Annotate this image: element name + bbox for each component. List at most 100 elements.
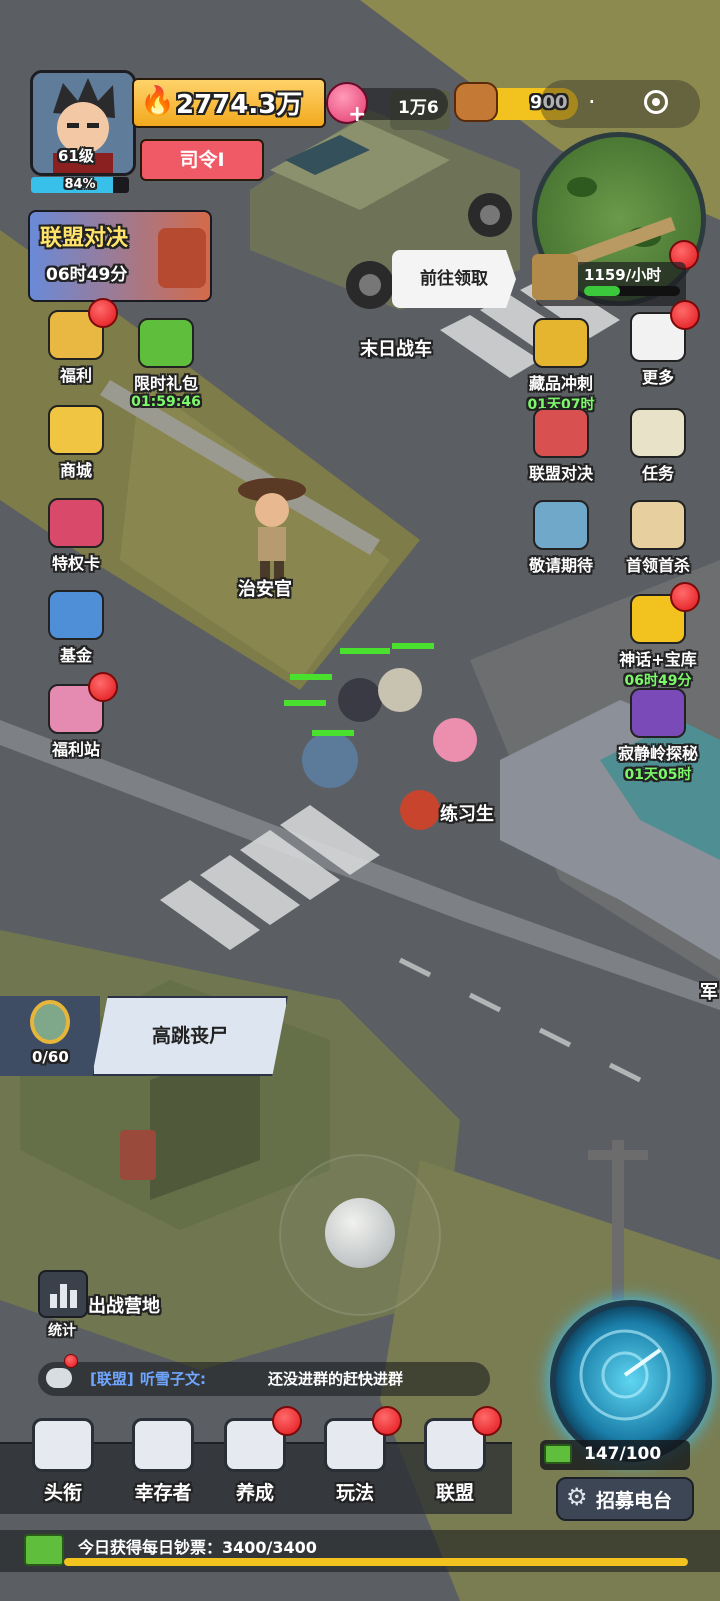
bottom-nav-item[interactable]: 头衔 (18, 1418, 108, 1508)
right-menu-item-label: 寂静岭探秘 (617, 744, 698, 763)
collect-tooltip-text: 前往领取 (420, 269, 488, 289)
left-menu-item[interactable]: 福利 (30, 298, 122, 386)
chat-channel: [联盟] (90, 1370, 134, 1388)
right-menu-item[interactable]: 联盟对决 (515, 408, 607, 484)
right-menu-item-label: 更多 (641, 368, 674, 387)
add-gems-icon[interactable]: + (348, 102, 366, 127)
zombie-icon (30, 1000, 70, 1044)
right-menu-item[interactable]: 藏品冲刺 01天07时 (515, 318, 607, 414)
right-menu-item-label: 首领首杀 (625, 556, 690, 575)
alliance-duel-banner[interactable]: 联盟对决 06时49分 (28, 210, 212, 302)
wanted-poster-icon (630, 500, 686, 550)
more-dots-icon[interactable]: · (588, 88, 596, 116)
cash-stack-icon (544, 1444, 572, 1464)
right-menu-item-label: 联盟对决 (528, 464, 593, 483)
recruit-button[interactable]: ⚙ 招募电台 (556, 1477, 694, 1521)
gems-currency[interactable]: + 1万6 (326, 82, 448, 127)
right-menu-item-timer: 06时49分 (624, 673, 692, 689)
mini-program-capsule[interactable]: · (540, 80, 700, 128)
power-value: 2774.3万 (176, 90, 303, 120)
bottom-nav-item[interactable]: 联盟 (410, 1406, 502, 1508)
bottom-nav-label: 玩法 (335, 1482, 374, 1504)
minimap-tree-icon (567, 177, 597, 197)
bottom-nav-item[interactable]: 玩法 (310, 1406, 402, 1508)
zombie-name-box: 高跳丧尸 (92, 996, 288, 1076)
notification-badge (472, 1406, 502, 1436)
notification-badge (88, 298, 118, 328)
notification-badge (670, 582, 700, 612)
zombie-progress: 0/60 (32, 1048, 69, 1066)
haunted-house-icon (630, 688, 686, 738)
daily-cash-bar: 今日获得每日钞票：3400/3400 (0, 1530, 720, 1572)
bottom-nav-label: 幸存者 (134, 1482, 192, 1504)
recruit-button-label: 招募电台 (596, 1490, 673, 1512)
daily-cash-text: 今日获得每日钞票：3400/3400 (78, 1538, 317, 1557)
bottom-nav-label: 头衔 (43, 1482, 82, 1504)
stats-bar-chart-icon (38, 1270, 88, 1318)
left-menu-item-timer: 01:59:46 (131, 394, 201, 410)
gems-value: 1万6 (398, 98, 439, 118)
right-menu-item[interactable]: 更多 (612, 300, 704, 388)
notification-badge (670, 300, 700, 330)
left-menu-item-label: 限时礼包 (133, 374, 198, 393)
chat-message: 还没进群的赶快进群 (268, 1370, 404, 1388)
chat-bar[interactable]: [联盟] 听雪子文: 还没进群的赶快进群 (38, 1354, 490, 1396)
sheriff-label[interactable]: 治安官 (238, 575, 292, 601)
shop-basket-icon (48, 405, 104, 455)
exp-bar: 84% (31, 177, 129, 193)
bottom-nav-label: 养成 (235, 1482, 274, 1504)
war-vehicle-label[interactable]: 末日战车 (360, 335, 432, 361)
rank-title-badge[interactable]: 司令Ⅰ (140, 139, 264, 181)
collect-tooltip[interactable]: 前往领取 (392, 250, 516, 308)
fund-book-icon (48, 590, 104, 640)
chat-sender: 听雪子文: (140, 1370, 206, 1388)
close-target-icon[interactable] (644, 90, 668, 114)
right-menu-item-label: 任务 (641, 464, 674, 483)
alliance-duel-timer: 06时49分 (46, 265, 128, 285)
right-menu-item[interactable]: 敬请期待 (515, 500, 607, 576)
chat-bubble-icon (46, 1368, 72, 1388)
camp-label[interactable]: 出战营地 (88, 1292, 160, 1318)
bottom-nav-item[interactable]: 养成 (210, 1406, 302, 1508)
duel-hero-portrait-icon (158, 228, 206, 288)
crossed-swords-icon (533, 408, 589, 458)
recruit-count-panel: 147/100 (540, 1440, 690, 1470)
right-menu-item[interactable]: 寂静岭探秘 01天05时 (612, 688, 704, 784)
right-menu-item-timer: 01天05时 (624, 767, 692, 783)
left-menu-item-label: 特权卡 (51, 554, 100, 573)
stats-button[interactable]: 统计 (38, 1270, 88, 1340)
rank-star-icon (32, 1418, 94, 1472)
left-menu-item[interactable]: 商城 (30, 405, 122, 481)
left-menu-item[interactable]: 基金 (30, 590, 122, 666)
joystick-knob[interactable] (325, 1198, 395, 1268)
fire-icon: 🔥 (140, 84, 175, 117)
wood-log-icon (454, 82, 498, 122)
recruit-radar-button[interactable] (550, 1300, 712, 1462)
collection-trophy-icon (533, 318, 589, 368)
power-panel[interactable]: 🔥 2774.3万 (132, 78, 326, 128)
zombie-task-panel[interactable]: 0/60 高跳丧尸 (0, 996, 288, 1076)
right-menu-item[interactable]: 神话+宝库 06时49分 (612, 582, 704, 690)
right-menu-item[interactable]: 首领首杀 (612, 500, 704, 576)
radar-sweep-icon (579, 1329, 671, 1421)
left-menu-item[interactable]: 特权卡 (30, 498, 122, 574)
left-menu-item[interactable]: 限时礼包 01:59:46 (120, 318, 212, 410)
right-menu-item[interactable]: 任务 (612, 408, 704, 484)
trainee-label[interactable]: 练习生 (440, 800, 494, 826)
daily-cash-progress (64, 1558, 688, 1566)
left-menu-item[interactable]: 福利站 (30, 672, 122, 760)
exp-percent: 84% (64, 177, 96, 192)
production-panel[interactable]: 1159/小时 (532, 254, 686, 306)
recruit-count: 147/100 (584, 1444, 662, 1464)
cash-pile-icon (24, 1534, 64, 1566)
military-label[interactable]: 军 (700, 978, 718, 1004)
player-level: 61级 (58, 147, 94, 165)
bottom-nav-item[interactable]: 幸存者 (118, 1418, 208, 1508)
cash-clock-icon (138, 318, 194, 368)
privilege-card-icon (48, 498, 104, 548)
production-progress (584, 286, 680, 296)
gear-icon: ⚙ (566, 1483, 588, 1511)
alliance-duel-title: 联盟对决 (40, 226, 129, 251)
left-menu-item-label: 福利 (59, 366, 92, 385)
notification-badge (272, 1406, 302, 1436)
